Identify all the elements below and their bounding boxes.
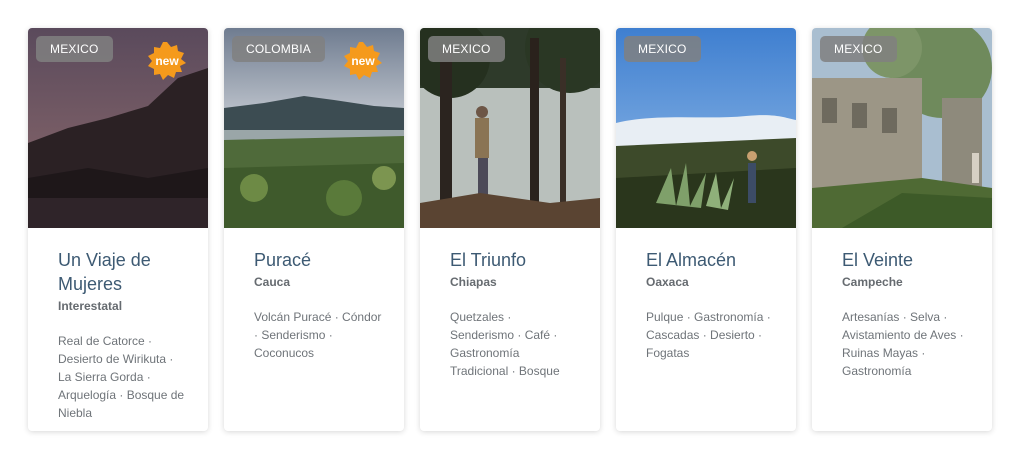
- trip-tags: Volcán Puracé · Cóndor · Senderismo · Co…: [254, 310, 382, 360]
- trip-tags: Artesanías · Selva · Avistamiento de Ave…: [842, 310, 964, 378]
- trip-card-grid: MEXICO new Un Viaje de Mujeres Interesta…: [0, 0, 1027, 460]
- new-badge: new: [148, 42, 186, 80]
- country-chip: MEXICO: [820, 36, 897, 62]
- trip-title[interactable]: El Almacén: [646, 248, 774, 272]
- country-chip: MEXICO: [624, 36, 701, 62]
- trip-region: Interestatal: [58, 299, 123, 313]
- new-badge: new: [344, 42, 382, 80]
- trip-card[interactable]: MEXICO El Almacén Oaxaca Pulque · Gastro…: [616, 28, 796, 431]
- country-chip: MEXICO: [36, 36, 113, 62]
- trip-title[interactable]: El Triunfo: [450, 248, 578, 272]
- trip-photo: MEXICO new: [28, 28, 208, 228]
- trip-title[interactable]: El Veinte: [842, 248, 970, 272]
- new-badge-label: new: [351, 54, 375, 68]
- country-chip: COLOMBIA: [232, 36, 325, 62]
- trip-card[interactable]: COLOMBIA new Puracé Cauca Volcán Puracé …: [224, 28, 404, 431]
- trip-tags: Quetzales · Senderismo · Café · Gastrono…: [450, 310, 560, 378]
- trip-region: Campeche: [842, 275, 903, 289]
- trip-region: Cauca: [254, 275, 291, 289]
- country-chip: MEXICO: [428, 36, 505, 62]
- trip-photo: COLOMBIA new: [224, 28, 404, 228]
- trip-tags: Pulque · Gastronomía · Cascadas · Desier…: [646, 310, 771, 360]
- trip-title[interactable]: Un Viaje de Mujeres: [58, 248, 186, 296]
- trip-region: Chiapas: [450, 275, 497, 289]
- trip-region: Oaxaca: [646, 275, 689, 289]
- trip-photo: MEXICO: [616, 28, 796, 228]
- trip-card[interactable]: MEXICO El Veinte Campeche Artesanías · S…: [812, 28, 992, 431]
- trip-photo: MEXICO: [420, 28, 600, 228]
- trip-card[interactable]: MEXICO El Triunfo Chiapas Quetzales · Se…: [420, 28, 600, 431]
- new-badge-label: new: [155, 54, 179, 68]
- trip-card[interactable]: MEXICO new Un Viaje de Mujeres Interesta…: [28, 28, 208, 431]
- trip-photo: MEXICO: [812, 28, 992, 228]
- trip-title[interactable]: Puracé: [254, 248, 382, 272]
- trip-tags: Real de Catorce · Desierto de Wirikuta ·…: [58, 334, 185, 420]
